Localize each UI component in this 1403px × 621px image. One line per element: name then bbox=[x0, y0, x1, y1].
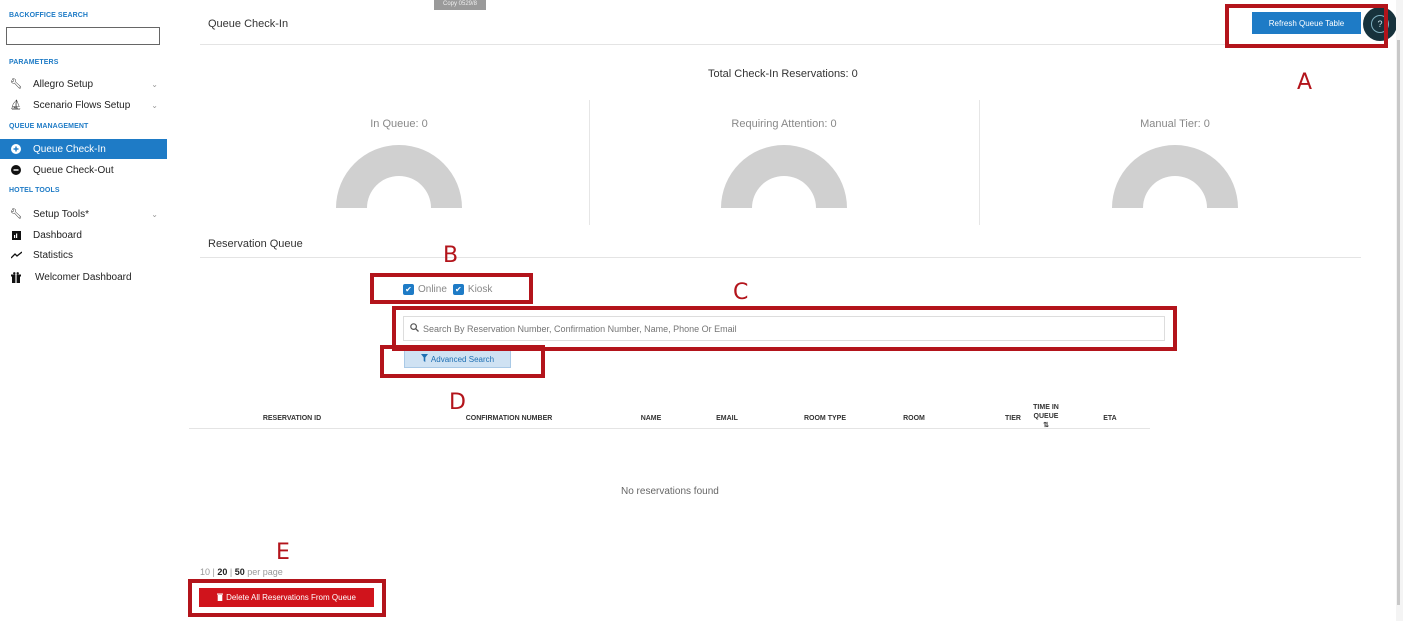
column-header-email[interactable]: EMAIL bbox=[709, 415, 745, 422]
column-header-label: TIME IN QUEUE bbox=[1033, 404, 1059, 420]
sidebar-item-setup-tools[interactable]: 🔧︎ Setup Tools* ⌄ bbox=[0, 204, 167, 224]
sidebar-item-label: Scenario Flows Setup bbox=[33, 99, 131, 111]
sidebar-item-queue-check-out[interactable]: Queue Check-Out bbox=[0, 160, 167, 180]
annotation-box-b bbox=[370, 273, 533, 304]
annotation-label-d: D bbox=[449, 390, 466, 415]
dashboard-icon bbox=[9, 230, 23, 240]
gift-icon bbox=[9, 271, 23, 283]
page-scrollbar[interactable] bbox=[1396, 0, 1403, 621]
per-page-option-20[interactable]: 20 bbox=[217, 567, 227, 577]
gauge-label: In Queue: 0 bbox=[370, 118, 428, 130]
gauge-arc bbox=[721, 145, 847, 208]
sidebar-item-label: Setup Tools* bbox=[33, 208, 89, 220]
annotation-label-c: C bbox=[733, 280, 749, 305]
sidebar: BACKOFFICE SEARCH PARAMETERS 🔧︎ Allegro … bbox=[0, 0, 167, 621]
column-header-reservation-id[interactable]: RESERVATION ID bbox=[232, 415, 352, 422]
chevron-down-icon: ⌄ bbox=[151, 100, 158, 110]
plus-circle-icon bbox=[9, 144, 23, 154]
column-header-room-type[interactable]: ROOM TYPE bbox=[795, 415, 855, 422]
column-header-confirmation-number[interactable]: CONFIRMATION NUMBER bbox=[449, 415, 569, 422]
column-header-name[interactable]: NAME bbox=[633, 415, 669, 422]
flow-icon: ⛵︎ bbox=[9, 99, 23, 111]
gauge-divider bbox=[589, 100, 590, 225]
wrench-icon: 🔧︎ bbox=[9, 208, 23, 220]
chevron-down-icon: ⌄ bbox=[151, 79, 158, 89]
gauge-label: Manual Tier: 0 bbox=[1140, 118, 1210, 130]
scrollbar-thumb[interactable] bbox=[1397, 40, 1400, 605]
sidebar-item-label: Dashboard bbox=[33, 229, 82, 241]
sidebar-section-backoffice-search: BACKOFFICE SEARCH bbox=[9, 12, 89, 19]
header-divider bbox=[200, 44, 1386, 45]
sidebar-section-hotel-tools: HOTEL TOOLS bbox=[9, 187, 60, 194]
sidebar-item-allegro-setup[interactable]: 🔧︎ Allegro Setup ⌄ bbox=[0, 74, 167, 94]
sidebar-item-label: Statistics bbox=[33, 249, 74, 261]
gauge-divider bbox=[979, 100, 980, 225]
per-page-selector: 10 | 20 | 50 per page bbox=[200, 567, 283, 577]
gauge-manual-tier: Manual Tier: 0 bbox=[1075, 118, 1275, 208]
per-page-option-50[interactable]: 50 bbox=[235, 567, 245, 577]
sidebar-item-dashboard[interactable]: Dashboard bbox=[0, 225, 167, 245]
annotation-label-a: A bbox=[1297, 70, 1313, 95]
sidebar-item-statistics[interactable]: Statistics bbox=[0, 245, 167, 265]
sidebar-item-label: Welcomer Dashboard bbox=[35, 271, 132, 283]
chevron-down-icon: ⌄ bbox=[151, 209, 158, 219]
sidebar-section-queue-management: QUEUE MANAGEMENT bbox=[9, 123, 89, 130]
annotation-box-a bbox=[1225, 4, 1388, 48]
column-header-time-in-queue[interactable]: TIME IN QUEUE ⇅ bbox=[1031, 403, 1061, 430]
column-header-room[interactable]: ROOM bbox=[896, 415, 932, 422]
gauge-requiring-attention: Requiring Attention: 0 bbox=[684, 118, 884, 208]
annotation-label-b: B bbox=[443, 243, 459, 268]
sidebar-item-welcomer-dashboard[interactable]: Welcomer Dashboard bbox=[0, 267, 167, 287]
backoffice-search-input[interactable] bbox=[6, 27, 160, 45]
wrench-icon: 🔧︎ bbox=[9, 78, 23, 90]
gauge-in-queue: In Queue: 0 bbox=[299, 118, 499, 208]
total-check-in-reservations: Total Check-In Reservations: 0 bbox=[708, 68, 858, 80]
per-page-option-10[interactable]: 10 bbox=[200, 567, 210, 577]
gauge-label: Requiring Attention: 0 bbox=[731, 118, 837, 130]
sidebar-section-parameters: PARAMETERS bbox=[9, 59, 59, 66]
queue-divider bbox=[200, 257, 1361, 258]
sidebar-item-label: Queue Check-In bbox=[33, 143, 106, 155]
gauge-arc bbox=[336, 145, 462, 208]
table-header-divider bbox=[189, 428, 1150, 429]
copy-tag: Copy 0529/8 bbox=[434, 0, 486, 10]
per-page-suffix: per page bbox=[247, 567, 283, 577]
reservation-queue-title: Reservation Queue bbox=[208, 238, 303, 250]
sidebar-item-queue-check-in[interactable]: Queue Check-In bbox=[0, 139, 167, 159]
sidebar-item-scenario-flows-setup[interactable]: ⛵︎ Scenario Flows Setup ⌄ bbox=[0, 95, 167, 115]
sidebar-item-label: Allegro Setup bbox=[33, 78, 94, 90]
trend-icon bbox=[9, 251, 23, 259]
minus-circle-icon bbox=[9, 165, 23, 175]
page-title: Queue Check-In bbox=[208, 18, 289, 30]
gauge-arc bbox=[1112, 145, 1238, 208]
annotation-label-e: E bbox=[276, 540, 290, 565]
column-header-tier[interactable]: TIER bbox=[1000, 415, 1026, 422]
column-header-eta[interactable]: ETA bbox=[1098, 415, 1122, 422]
annotation-box-e bbox=[188, 579, 386, 617]
empty-table-message: No reservations found bbox=[621, 486, 719, 497]
sidebar-item-label: Queue Check-Out bbox=[33, 164, 114, 176]
annotation-box-d bbox=[380, 345, 545, 378]
